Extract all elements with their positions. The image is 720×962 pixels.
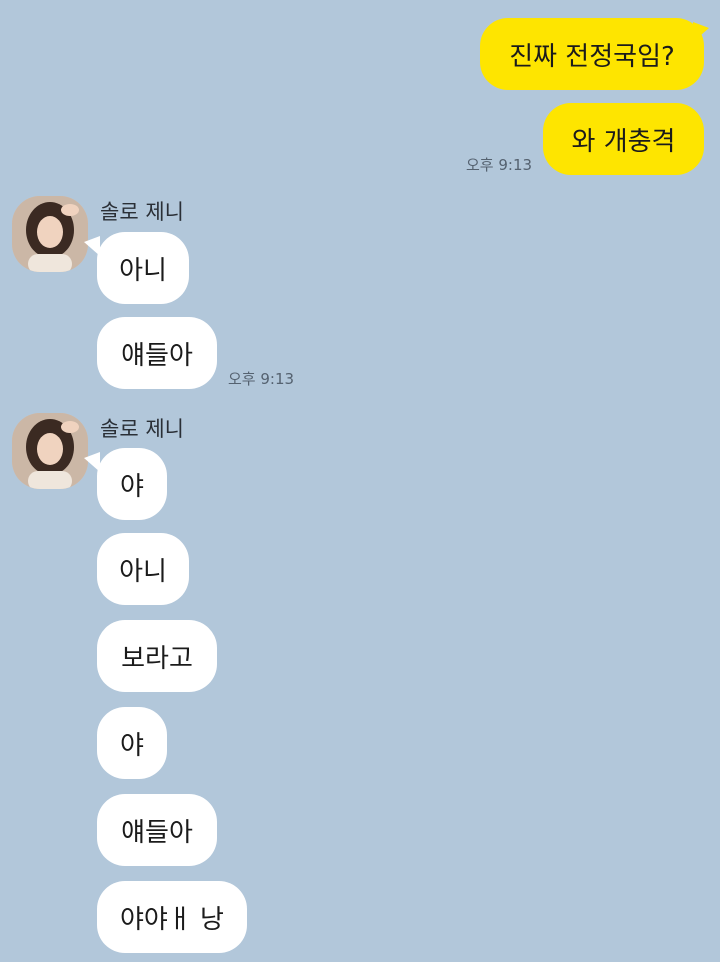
message-text: 야 — [120, 471, 144, 502]
received-message-bubble[interactable]: 야야ㅐ 낭 — [97, 881, 247, 953]
sent-message-bubble[interactable]: 진짜 전정국임? — [480, 18, 704, 90]
sender-name: 솔로 제니 — [100, 200, 184, 224]
bubble-tail — [84, 236, 100, 256]
message-text: 야야ㅐ 낭 — [120, 904, 224, 935]
bubble-tail — [84, 452, 100, 472]
message-text: 아니 — [119, 556, 167, 587]
message-text: 야 — [120, 730, 144, 761]
message-text: 와 개충격 — [571, 126, 676, 157]
received-message-bubble[interactable]: 보라고 — [97, 620, 217, 692]
sent-message-bubble[interactable]: 와 개충격 — [543, 103, 704, 175]
received-message-bubble[interactable]: 얘들아 — [97, 317, 217, 389]
sender-avatar[interactable] — [12, 196, 88, 272]
received-message-bubble[interactable]: 야 — [97, 448, 167, 520]
message-timestamp: 오후 9:13 — [228, 370, 295, 388]
sender-avatar[interactable] — [12, 413, 88, 489]
message-text: 얘들아 — [121, 340, 193, 371]
received-message-bubble[interactable]: 얘들아 — [97, 794, 217, 866]
bubble-tail — [693, 22, 709, 42]
avatar-photo — [12, 413, 88, 489]
message-text: 얘들아 — [121, 817, 193, 848]
received-message-bubble[interactable]: 아니 — [97, 232, 189, 304]
avatar-photo — [12, 196, 88, 272]
received-message-bubble[interactable]: 야 — [97, 707, 167, 779]
message-text: 아니 — [119, 255, 167, 286]
sender-name: 솔로 제니 — [100, 417, 184, 441]
message-text: 보라고 — [121, 643, 193, 674]
received-message-bubble[interactable]: 아니 — [97, 533, 189, 605]
message-timestamp: 오후 9:13 — [466, 156, 533, 174]
message-text: 진짜 전정국임? — [509, 41, 675, 72]
